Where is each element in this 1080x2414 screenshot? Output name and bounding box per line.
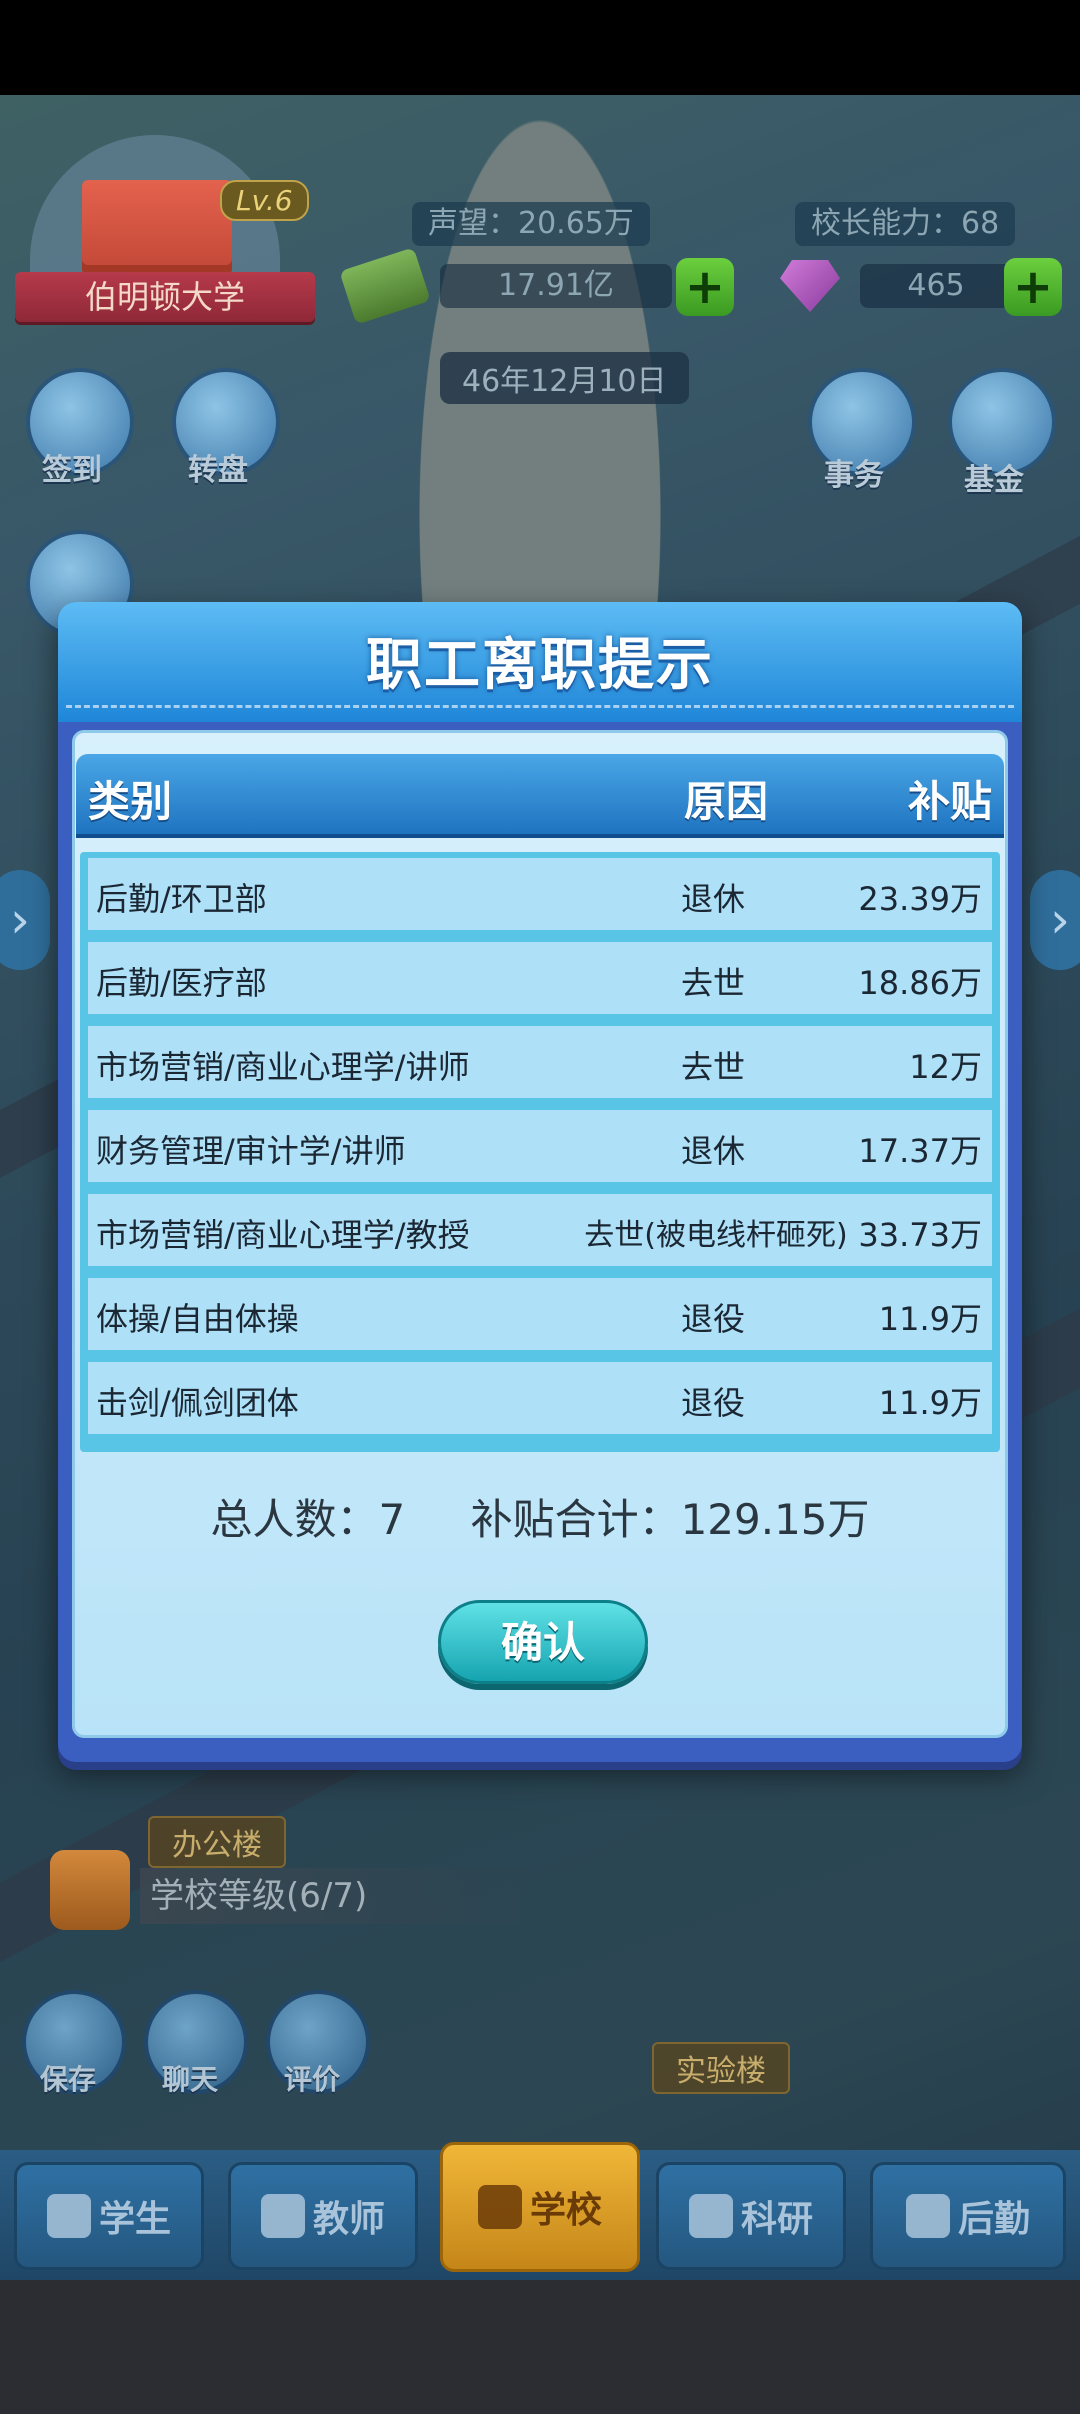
nav-tab-research[interactable]: 科研 xyxy=(656,2162,846,2270)
row-subsidy: 23.39万 xyxy=(858,880,982,918)
lab-building-label[interactable]: 实验楼 xyxy=(652,2042,790,2094)
total-people: 总人数：7 xyxy=(210,1495,406,1544)
column-header-category: 类别 xyxy=(88,777,173,826)
checkin-label: 签到 xyxy=(42,453,102,488)
rate-label: 评价 xyxy=(284,2063,341,2096)
money-amount: 17.91亿 xyxy=(440,264,672,308)
row-category: 财务管理/审计学/讲师 xyxy=(96,1132,406,1170)
row-reason: 退役 xyxy=(680,1384,745,1422)
nav-tab-label: 教师 xyxy=(312,2199,385,2240)
row-subsidy: 11.9万 xyxy=(878,1300,982,1338)
microscope-icon xyxy=(688,2194,733,2238)
chat-label: 聊天 xyxy=(162,2063,219,2096)
table-row: 击剑/佩剑团体 退役 11.9万 xyxy=(88,1362,992,1434)
row-reason: 去世(被电线杆砸死) xyxy=(584,1218,848,1253)
table-row: 后勤/医疗部 去世 18.86万 xyxy=(88,942,992,1014)
level-badge: Lv.6 xyxy=(220,180,309,221)
total-subsidy: 补贴合计：129.15万 xyxy=(470,1495,870,1544)
system-nav-area xyxy=(0,2280,1080,2414)
mailbox-icon[interactable] xyxy=(50,1850,130,1930)
nav-tab-logistics[interactable]: 后勤 xyxy=(870,2162,1066,2270)
row-category: 市场营销/商业心理学/讲师 xyxy=(96,1048,470,1086)
row-subsidy: 18.86万 xyxy=(858,964,982,1002)
table-row: 财务管理/审计学/讲师 退休 17.37万 xyxy=(88,1110,992,1182)
reputation-label: 声望：20.65万 xyxy=(412,202,650,246)
office-building-label[interactable]: 办公楼 xyxy=(148,1816,286,1868)
table-row: 市场营销/商业心理学/教授 去世(被电线杆砸死) 33.73万 xyxy=(88,1194,992,1266)
add-gems-button[interactable]: + xyxy=(1004,258,1062,316)
graduation-cap-icon xyxy=(46,2194,91,2238)
nav-tab-school[interactable]: 学校 xyxy=(440,2142,640,2272)
affairs-label: 事务 xyxy=(824,458,884,493)
table-row: 体操/自由体操 退役 11.9万 xyxy=(88,1278,992,1350)
row-subsidy: 17.37万 xyxy=(858,1132,982,1170)
university-name: 伯明顿大学 xyxy=(15,272,315,322)
person-icon xyxy=(260,2194,305,2238)
row-subsidy: 12万 xyxy=(909,1048,982,1086)
row-reason: 退休 xyxy=(680,880,745,918)
confirm-button[interactable]: 确认 xyxy=(438,1600,648,1684)
institution-icon xyxy=(477,2185,522,2229)
row-reason: 去世 xyxy=(680,1048,745,1086)
game-date: 46年12月10日 xyxy=(440,352,689,404)
nav-tab-label: 后勤 xyxy=(957,2199,1030,2240)
staff-table: 后勤/环卫部 退休 23.39万 后勤/医疗部 去世 18.86万 市场营销/商… xyxy=(80,852,1000,1452)
save-label: 保存 xyxy=(40,2063,97,2096)
column-header-reason: 原因 xyxy=(684,777,769,826)
nav-tab-label: 科研 xyxy=(740,2199,813,2240)
dialog-title: 职工离职提示 xyxy=(366,633,714,698)
row-category: 后勤/医疗部 xyxy=(96,964,267,1002)
first-aid-icon xyxy=(905,2194,950,2238)
nav-tab-students[interactable]: 学生 xyxy=(14,2162,204,2270)
school-building-icon xyxy=(82,180,232,275)
row-category: 市场营销/商业心理学/教授 xyxy=(96,1216,470,1254)
fund-label: 基金 xyxy=(964,463,1024,498)
scroll-right-arrow-icon[interactable]: › xyxy=(1030,870,1080,970)
row-subsidy: 11.9万 xyxy=(878,1384,982,1422)
column-header-subsidy: 补贴 xyxy=(907,777,992,826)
wheel-label: 转盘 xyxy=(188,453,248,488)
nav-tab-label: 学生 xyxy=(98,2199,171,2240)
row-category: 体操/自由体操 xyxy=(96,1300,299,1338)
row-category: 后勤/环卫部 xyxy=(96,880,267,918)
principal-ability-label: 校长能力：68 xyxy=(795,202,1016,246)
gem-amount: 465 xyxy=(860,264,1012,308)
nav-tab-teachers[interactable]: 教师 xyxy=(228,2162,418,2270)
scroll-left-arrow-icon[interactable]: › xyxy=(0,870,50,970)
nav-tab-label: 学校 xyxy=(529,2190,602,2231)
table-row: 后勤/环卫部 退休 23.39万 xyxy=(88,858,992,930)
row-reason: 去世 xyxy=(680,964,745,1002)
summary: 总人数：7 补贴合计：129.15万 xyxy=(58,1486,1022,1547)
school-level-label[interactable]: 学校等级(6/7) xyxy=(140,1868,530,1924)
table-row: 市场营销/商业心理学/讲师 去世 12万 xyxy=(88,1026,992,1098)
row-category: 击剑/佩剑团体 xyxy=(96,1384,299,1422)
status-bar xyxy=(0,0,1080,95)
table-header: 类别 原因 补贴 xyxy=(76,754,1004,834)
staff-departure-dialog: 职工离职提示 类别 原因 补贴 后勤/环卫部 退休 23.39万 后勤/医疗部 … xyxy=(58,602,1022,1762)
row-subsidy: 33.73万 xyxy=(858,1216,982,1254)
row-reason: 退休 xyxy=(680,1132,745,1170)
add-money-button[interactable]: + xyxy=(676,258,734,316)
row-reason: 退役 xyxy=(680,1300,745,1338)
